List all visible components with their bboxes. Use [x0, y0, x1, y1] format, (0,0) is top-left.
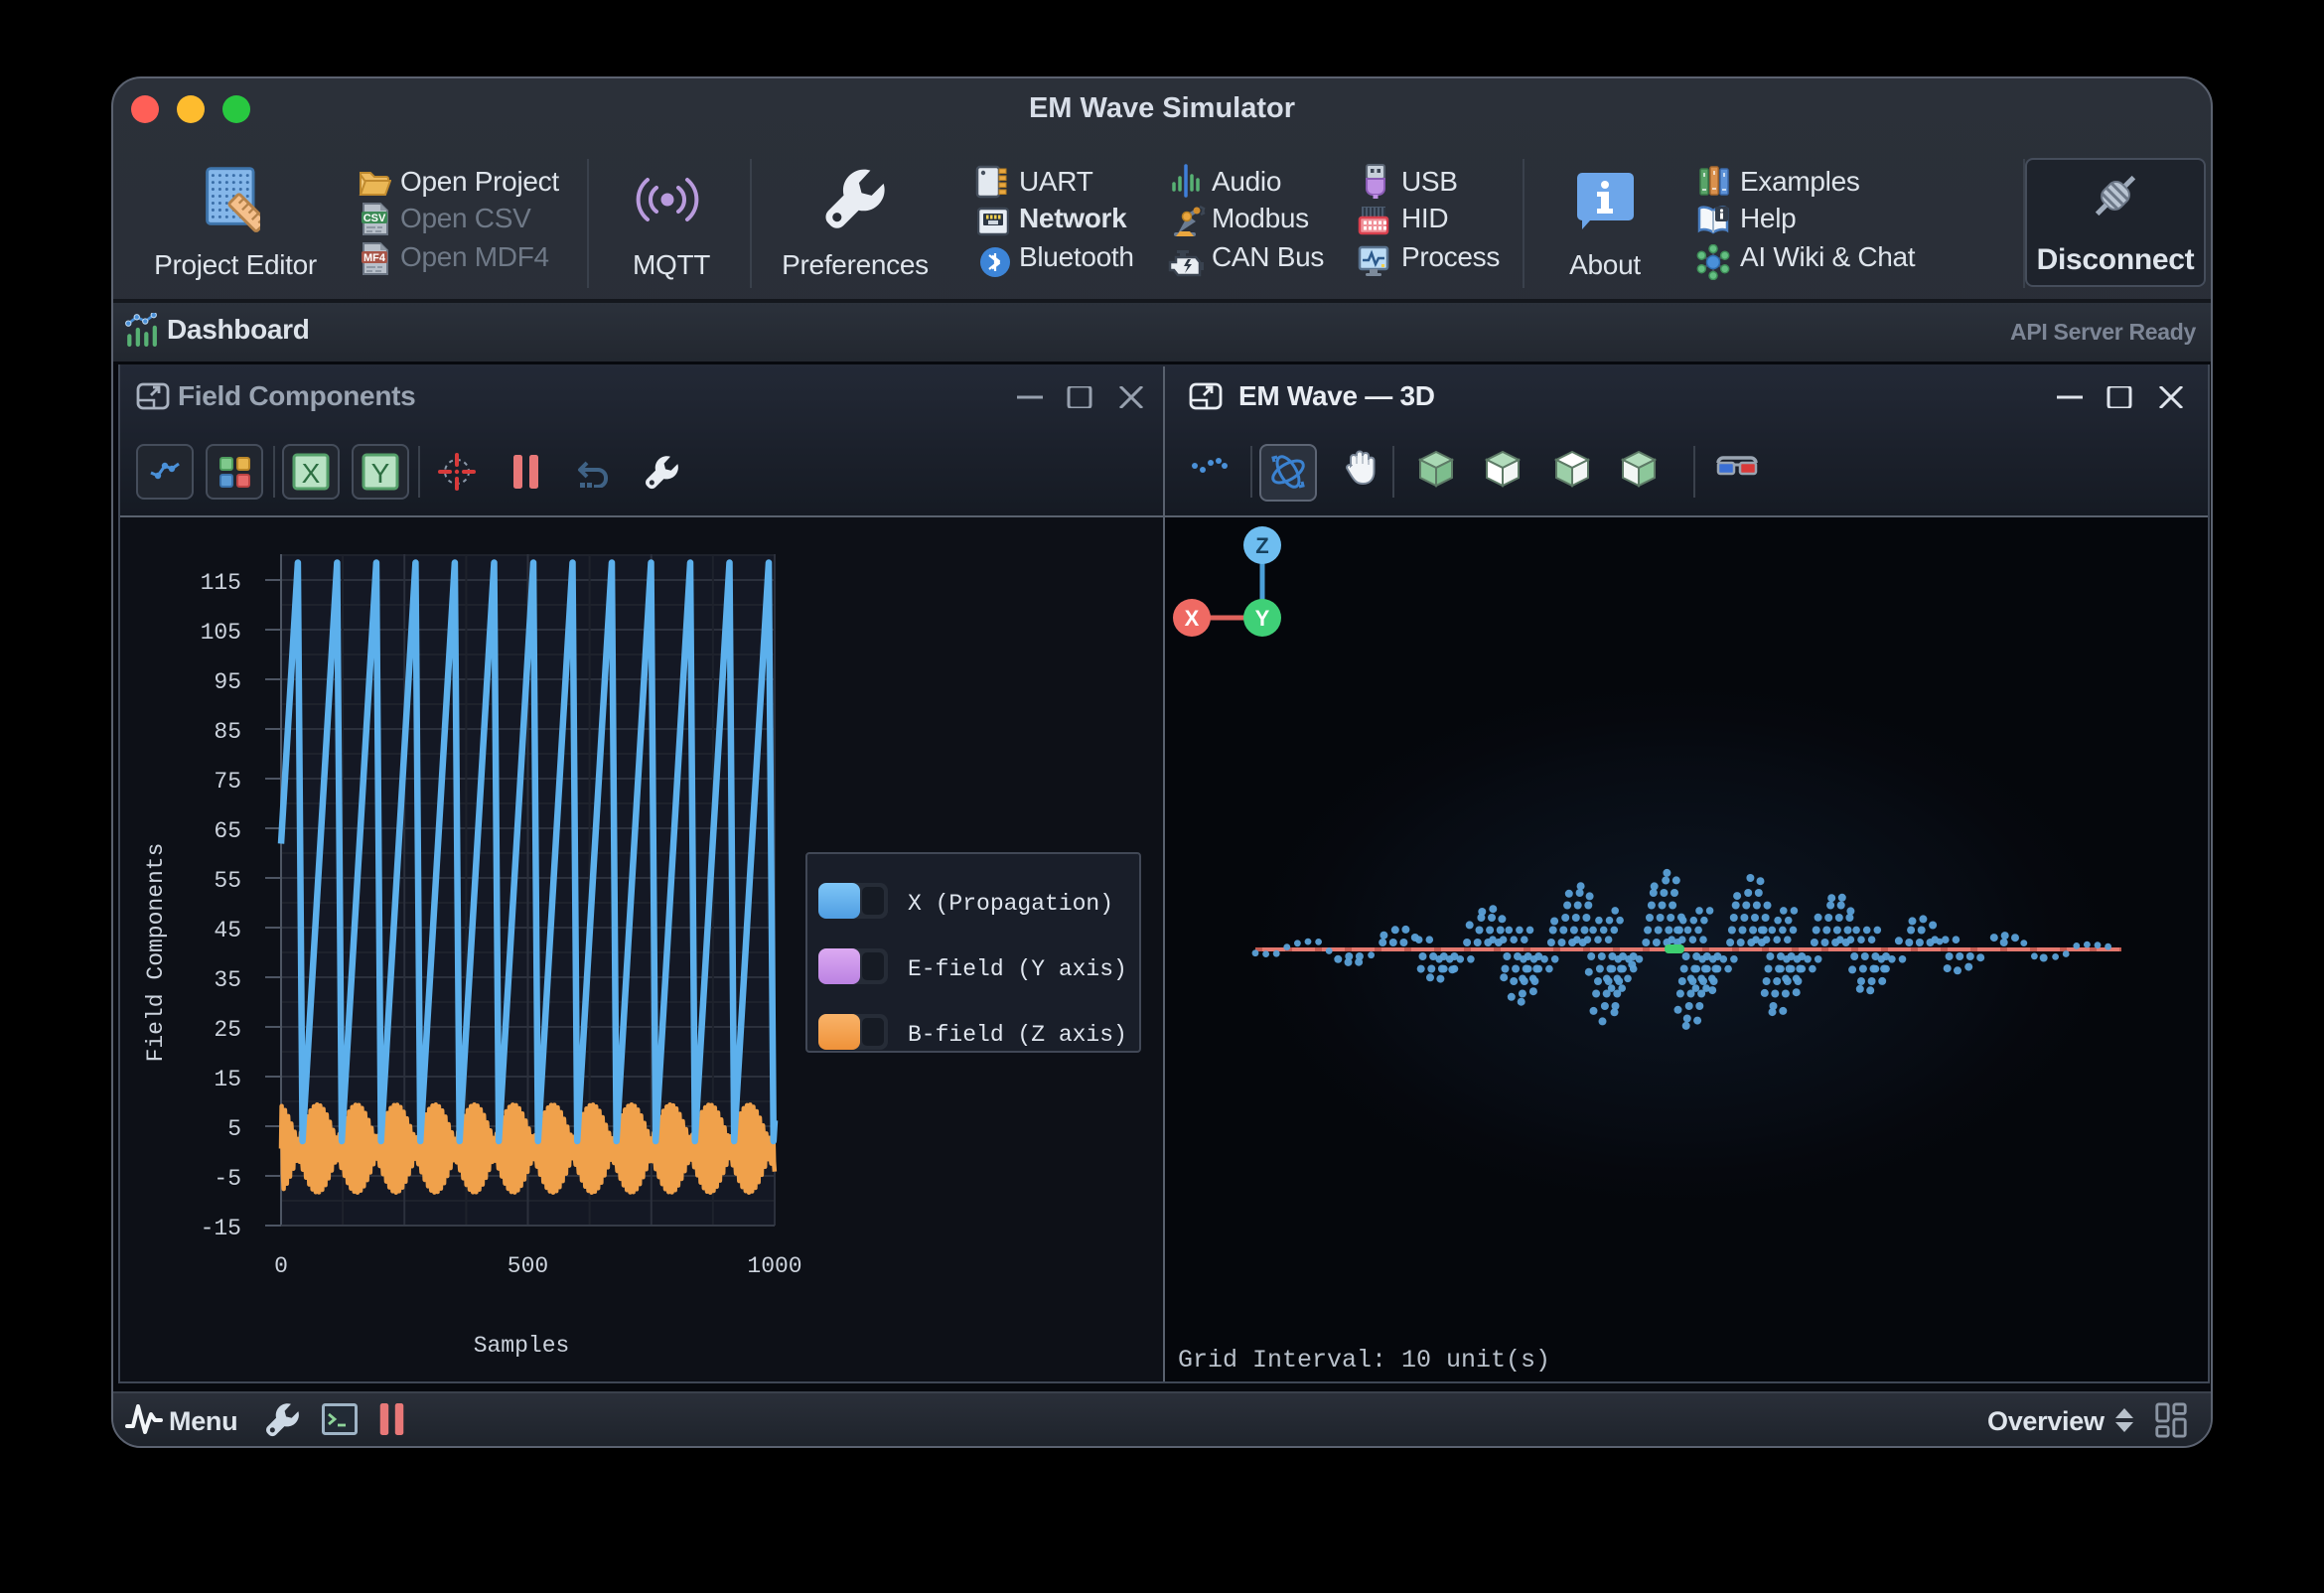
- svg-text:0: 0: [274, 1253, 288, 1279]
- svg-text:5: 5: [227, 1116, 241, 1142]
- svg-text:Z: Z: [1255, 533, 1268, 558]
- svg-text:1000: 1000: [747, 1253, 801, 1279]
- svg-text:X: X: [1185, 606, 1200, 631]
- svg-text:B-field (Z axis): B-field (Z axis): [908, 1022, 1127, 1048]
- svg-text:Samples: Samples: [474, 1333, 570, 1359]
- svg-text:25: 25: [214, 1017, 241, 1043]
- svg-text:95: 95: [214, 669, 241, 695]
- svg-text:X (Propagation): X (Propagation): [908, 891, 1113, 917]
- svg-text:MF4: MF4: [363, 252, 386, 264]
- svg-text:75: 75: [214, 769, 241, 795]
- svg-text:X: X: [302, 458, 321, 489]
- svg-text:Grid Interval: 10 unit(s): Grid Interval: 10 unit(s): [1178, 1346, 1550, 1375]
- svg-text:35: 35: [214, 967, 241, 993]
- svg-text:Y: Y: [1255, 606, 1270, 631]
- svg-text:Y: Y: [371, 458, 390, 489]
- svg-text:CSV: CSV: [363, 213, 386, 224]
- svg-text:500: 500: [508, 1253, 548, 1279]
- svg-text:15: 15: [214, 1067, 241, 1092]
- svg-text:E-field (Y axis): E-field (Y axis): [908, 956, 1127, 982]
- svg-text:105: 105: [201, 620, 241, 646]
- svg-text:115: 115: [201, 570, 241, 596]
- svg-text:45: 45: [214, 918, 241, 943]
- svg-text:-5: -5: [214, 1166, 241, 1192]
- svg-text:-15: -15: [201, 1216, 241, 1241]
- svg-text:55: 55: [214, 868, 241, 894]
- svg-text:Field Components: Field Components: [143, 843, 169, 1063]
- svg-text:65: 65: [214, 818, 241, 844]
- svg-text:85: 85: [214, 719, 241, 745]
